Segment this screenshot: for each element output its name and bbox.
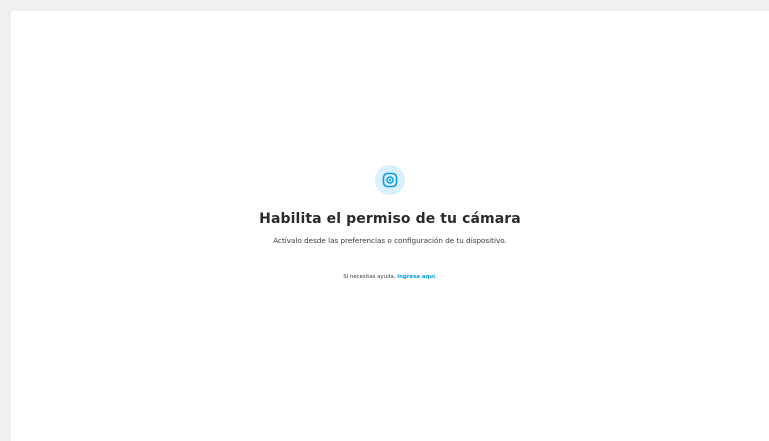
camera-badge <box>375 165 405 195</box>
help-text: Si necesitas ayuda, ingresa aquí. <box>343 273 436 281</box>
help-link[interactable]: ingresa aquí <box>397 274 435 280</box>
permission-message: Habilita el permiso de tu cámara Actíval… <box>11 165 769 281</box>
permission-panel: Habilita el permiso de tu cámara Actíval… <box>11 11 769 441</box>
page-title: Habilita el permiso de tu cámara <box>259 211 521 227</box>
camera-icon <box>382 172 398 188</box>
instruction-text: Actívalo desde las preferencias o config… <box>273 236 507 245</box>
help-suffix: . <box>435 274 437 280</box>
help-prefix: Si necesitas ayuda, <box>343 274 398 280</box>
